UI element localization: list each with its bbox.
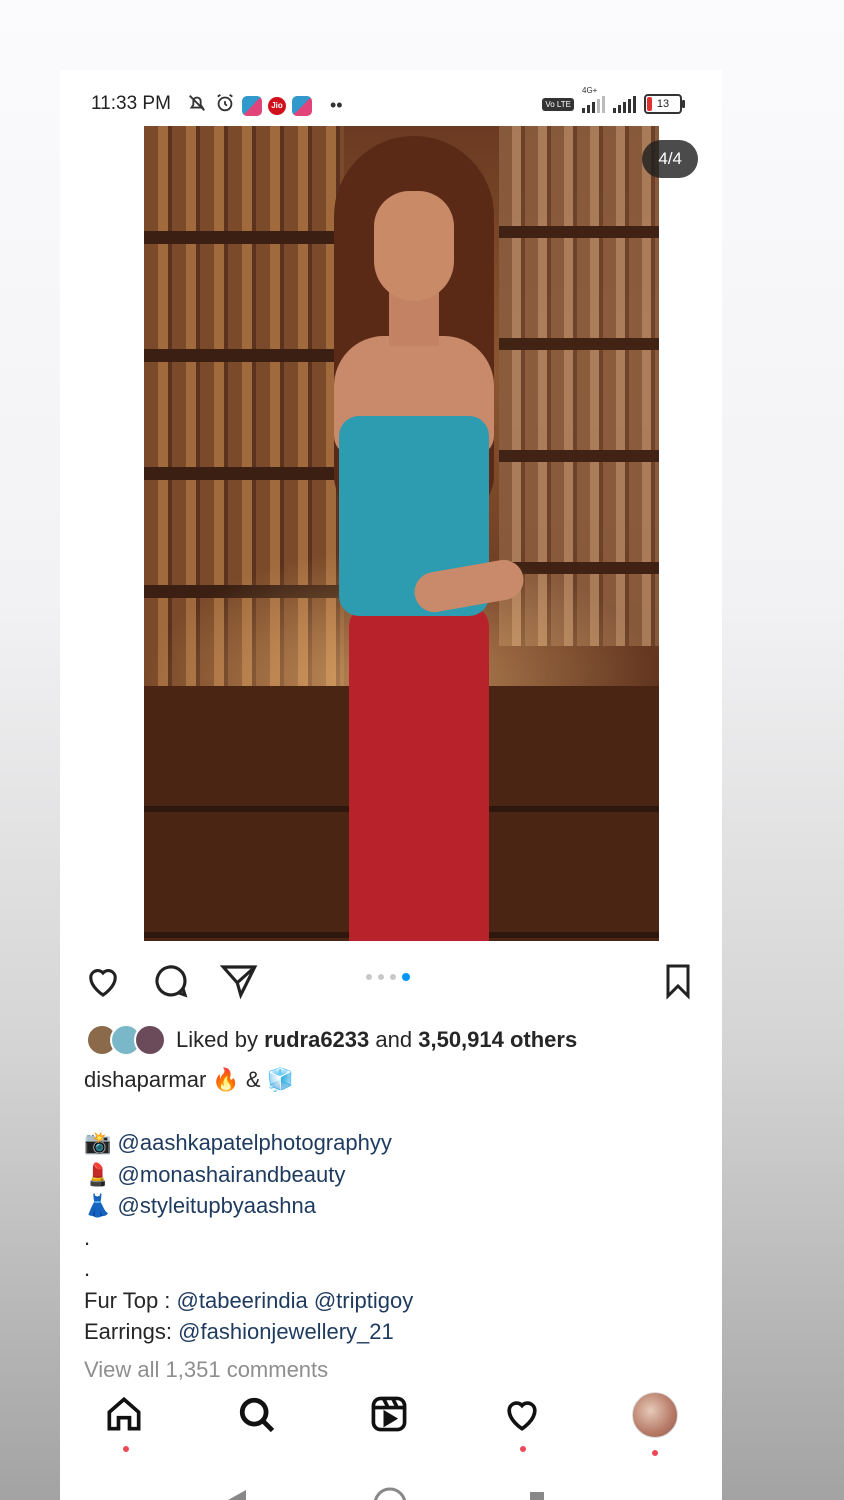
signal-icon — [613, 95, 636, 113]
post-image[interactable] — [144, 126, 659, 941]
avatar — [134, 1024, 166, 1056]
comment-icon[interactable] — [150, 960, 192, 1002]
network-type: 4G+ — [582, 86, 598, 95]
home-button-icon — [373, 1487, 407, 1500]
image-counter: 4/4 — [642, 140, 698, 178]
clock: 11:33 PM — [91, 93, 171, 114]
liked-by-label: Liked by — [176, 1027, 258, 1052]
fur-top-label: Fur Top : — [84, 1287, 177, 1313]
battery-level: 13 — [656, 98, 670, 110]
likes-count[interactable]: 3,50,914 others — [418, 1027, 577, 1053]
home-icon[interactable] — [102, 1392, 152, 1442]
paper-plane-icon[interactable] — [218, 960, 260, 1002]
mention-link[interactable]: @fashionjewellery_21 — [178, 1319, 394, 1344]
view-comments-link[interactable]: View all 1,351 comments — [84, 1354, 704, 1386]
mute-bell-icon — [186, 92, 208, 119]
mention-link[interactable]: @monashairandbeauty — [118, 1162, 346, 1187]
system-nav-bar — [60, 1482, 722, 1500]
caption-username[interactable]: dishaparmar — [84, 1067, 206, 1092]
heart-icon[interactable] — [82, 960, 124, 1002]
volte-icon: Vo LTE — [542, 97, 574, 111]
dress-icon: 👗 — [84, 1193, 112, 1218]
recents-icon — [530, 1492, 544, 1500]
caption-spacer: . — [84, 1256, 91, 1281]
more-notifications-icon: •• — [330, 95, 343, 115]
mention-link[interactable]: @tabeerindia @triptigoy — [177, 1288, 414, 1313]
mention-link[interactable]: @aashkapatelphotographyy — [118, 1130, 392, 1155]
reels-icon[interactable] — [367, 1392, 417, 1442]
caption-title: 🔥 & 🧊 — [206, 1067, 295, 1092]
liker-avatars — [86, 1024, 166, 1056]
activity-notification-dot — [520, 1446, 526, 1452]
person-figure — [294, 136, 534, 941]
home-notification-dot — [123, 1446, 129, 1452]
signal-4g-icon: 4G+ — [582, 86, 605, 113]
caption-spacer: . — [84, 1224, 91, 1250]
liker-username[interactable]: rudra6233 — [264, 1027, 369, 1053]
post-screen: 11:33 PM Jio •• Vo LTE 4G+ 13 4/4 Liked … — [60, 70, 722, 1500]
system-status: Vo LTE 4G+ 13 — [542, 86, 685, 114]
likes-summary[interactable]: Liked by rudra6233 and 3,50,914 others — [86, 1024, 577, 1056]
liked-and: and — [375, 1027, 413, 1052]
app-notification-icon — [242, 95, 262, 116]
app-notification-icon — [292, 95, 312, 116]
jio-icon: Jio — [268, 96, 286, 115]
battery-icon: 13 — [644, 94, 685, 114]
post-caption: dishaparmar 🔥 & 🧊 📸 @aashkapatelphotogra… — [84, 1064, 704, 1385]
activity-heart-icon[interactable] — [500, 1392, 550, 1442]
carousel-indicator — [366, 973, 410, 981]
profile-avatar[interactable] — [632, 1392, 678, 1438]
alarm-icon — [214, 92, 236, 119]
bottom-nav — [60, 1392, 722, 1456]
lipstick-icon: 💄 — [84, 1161, 112, 1187]
notification-icons: Jio •• — [186, 92, 343, 119]
status-bar: 11:33 PM Jio •• Vo LTE 4G+ 13 — [60, 86, 722, 120]
search-icon[interactable] — [234, 1392, 284, 1442]
earrings-label: Earrings: — [84, 1319, 179, 1344]
mention-link[interactable]: @styleitupbyaashna — [118, 1193, 316, 1218]
back-icon — [228, 1490, 246, 1500]
camera-icon: 📸 — [84, 1130, 112, 1155]
bookmark-icon[interactable] — [658, 960, 700, 1002]
profile-notification-dot — [652, 1450, 658, 1456]
post-actions — [60, 960, 722, 1000]
